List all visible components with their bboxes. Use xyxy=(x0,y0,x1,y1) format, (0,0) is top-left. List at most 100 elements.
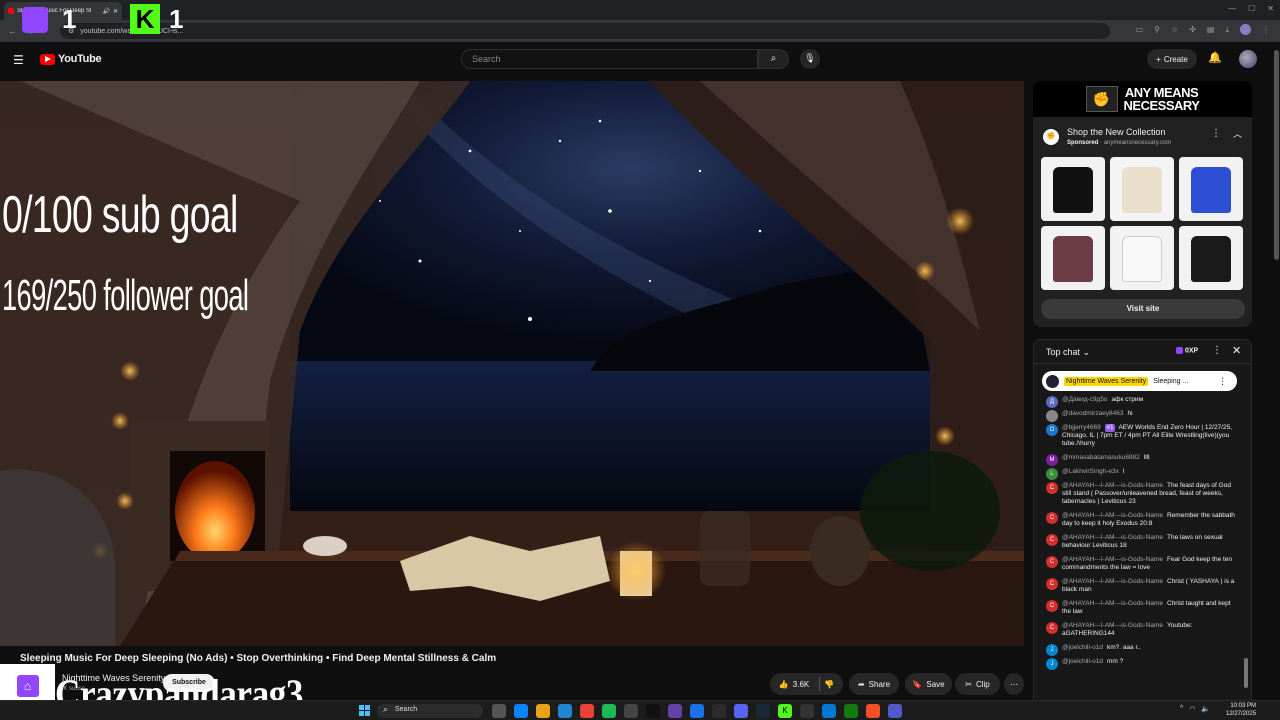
file-explorer-icon[interactable] xyxy=(536,704,550,718)
product-tile[interactable] xyxy=(1110,157,1174,221)
chat-avatar[interactable]: C xyxy=(1046,578,1058,590)
product-tile[interactable] xyxy=(1041,157,1105,221)
chat-avatar[interactable] xyxy=(1046,410,1058,422)
product-tile[interactable] xyxy=(1110,226,1174,290)
collapse-chevron-icon[interactable]: ︿ xyxy=(1233,127,1242,140)
app-icon-16[interactable] xyxy=(822,704,836,718)
youtube-logo[interactable]: YouTube xyxy=(40,53,102,65)
bookmark-star-icon[interactable]: ☆ xyxy=(1171,25,1178,34)
chat-author[interactable]: @AHAYAH---I-AM---is-Gods-Name xyxy=(1062,600,1163,607)
chat-mode-dropdown[interactable]: Top chat ⌄ xyxy=(1046,347,1090,358)
minimize-icon[interactable]: — xyxy=(1228,4,1236,13)
back-icon[interactable]: ← xyxy=(8,26,17,37)
xbox-icon[interactable] xyxy=(844,704,858,718)
download-icon[interactable]: ⤓ xyxy=(1225,25,1229,35)
chat-author[interactable]: @AHAYAH---I-AM---is-Gods-Name xyxy=(1062,622,1163,629)
chat-author[interactable]: @Давид-с9д5о xyxy=(1062,396,1108,403)
dislike-icon[interactable]: 👎 xyxy=(824,680,834,689)
app-icon-18[interactable] xyxy=(866,704,880,718)
windows-start-icon[interactable] xyxy=(359,705,370,716)
app-icon-15[interactable] xyxy=(800,704,814,718)
tab-close-icon[interactable]: ✕ xyxy=(113,8,118,15)
zoom-icon[interactable]: ⚲ xyxy=(1154,25,1160,34)
voice-search-button[interactable]: 🎙 xyxy=(800,49,820,69)
taskbar-search[interactable]: Search xyxy=(377,704,483,718)
like-count[interactable]: 3.6K xyxy=(793,680,809,689)
chat-scrollbar[interactable] xyxy=(1244,368,1248,693)
page-scrollbar[interactable] xyxy=(1272,42,1280,700)
app-icon-9[interactable] xyxy=(668,704,682,718)
chat-author[interactable]: @AHAYAH---I-AM---is-Gods-Name xyxy=(1062,556,1163,563)
address-bar[interactable]: ⚙ youtube.com/watch?v=...UCI-is... xyxy=(60,23,1110,39)
tray-chevron-icon[interactable]: ^ xyxy=(1180,705,1183,713)
chat-avatar[interactable]: C xyxy=(1046,534,1058,546)
edge-icon[interactable] xyxy=(514,704,528,718)
video-player[interactable]: 0/100 sub goal 169/250 follower goal xyxy=(0,81,1024,646)
sidebar-icon[interactable]: ▤ xyxy=(1207,25,1215,34)
save-button[interactable]: 🔖 Save xyxy=(905,673,952,695)
cast-icon[interactable]: ▭ xyxy=(1136,25,1144,34)
app-icon-11[interactable] xyxy=(712,704,726,718)
visit-site-button[interactable]: Visit site xyxy=(1041,299,1245,319)
chat-scroll-thumb[interactable] xyxy=(1244,658,1248,688)
chrome-icon[interactable] xyxy=(580,704,594,718)
chat-avatar[interactable]: O xyxy=(1046,424,1058,436)
window-close-icon[interactable]: ✕ xyxy=(1267,4,1274,13)
volume-icon[interactable]: 🔈 xyxy=(1201,705,1210,713)
chat-author[interactable]: @mmasabatamasuku6982 xyxy=(1062,454,1140,461)
notifications-bell-icon[interactable]: 🔔 xyxy=(1208,51,1222,64)
hamburger-menu-icon[interactable]: ☰ xyxy=(13,53,24,67)
product-tile[interactable] xyxy=(1041,226,1105,290)
audio-icon[interactable]: 🔊 xyxy=(102,8,109,15)
chat-author[interactable]: @AHAYAH---I-AM---is-Gods-Name xyxy=(1062,534,1163,541)
create-button[interactable]: + Create xyxy=(1147,49,1197,69)
profile-icon[interactable] xyxy=(1240,24,1251,35)
pinned-message[interactable]: Nighttime Waves Serenity Sleeping ... ⋮ xyxy=(1042,371,1237,391)
taskbar-clock[interactable]: 10:03 PM 12/27/2025 xyxy=(1226,702,1256,718)
chat-author[interactable]: @LakhvirSingh-e3x xyxy=(1062,468,1119,475)
chat-author[interactable]: @AHAYAH---I-AM---is-Gods-Name xyxy=(1062,512,1163,519)
share-button[interactable]: ➦ Share xyxy=(849,673,899,695)
account-avatar[interactable] xyxy=(1239,50,1257,68)
chat-avatar[interactable]: C xyxy=(1046,556,1058,568)
chat-avatar[interactable]: Д xyxy=(1046,396,1058,408)
chat-author[interactable]: @joelchill-o1d xyxy=(1062,658,1103,665)
app-icon-7[interactable] xyxy=(624,704,638,718)
kick-app-icon[interactable]: K xyxy=(778,704,792,718)
chat-avatar[interactable]: J xyxy=(1046,658,1058,670)
more-actions-button[interactable]: ⋯ xyxy=(1004,673,1024,695)
xp-badge[interactable]: 0XP xyxy=(1176,347,1198,354)
chat-author[interactable]: @AHAYAH---I-AM---is-Gods-Name xyxy=(1062,578,1163,585)
browser-menu-icon[interactable]: ⋮ xyxy=(1262,25,1270,34)
chat-avatar[interactable]: C xyxy=(1046,512,1058,524)
chat-avatar[interactable]: C xyxy=(1046,622,1058,634)
chat-avatar[interactable]: J xyxy=(1046,644,1058,656)
chat-author[interactable]: @davodmirzaey8463 xyxy=(1062,410,1124,417)
edge-dev-icon[interactable] xyxy=(558,704,572,718)
page-scroll-thumb[interactable] xyxy=(1274,50,1279,260)
ad-menu-icon[interactable]: ⋮ xyxy=(1211,128,1221,139)
task-view-icon[interactable] xyxy=(492,704,506,718)
chat-author[interactable]: @bjjerry4669 xyxy=(1062,424,1101,431)
discord-icon[interactable] xyxy=(734,704,748,718)
tiktok-icon[interactable] xyxy=(646,704,660,718)
chat-avatar[interactable]: L xyxy=(1046,468,1058,480)
app-icon-10[interactable] xyxy=(690,704,704,718)
pinned-menu-icon[interactable]: ⋮ xyxy=(1218,376,1227,387)
wifi-icon[interactable]: ◠ xyxy=(1189,705,1195,713)
chat-author[interactable]: @joelchill-o1d xyxy=(1062,644,1103,651)
chat-avatar[interactable]: M xyxy=(1046,454,1058,466)
teams-icon[interactable] xyxy=(888,704,902,718)
clip-button[interactable]: ✂ Clip xyxy=(955,673,1000,695)
spotify-icon[interactable] xyxy=(602,704,616,718)
chat-menu-icon[interactable]: ⋮ xyxy=(1212,345,1222,356)
ad-banner[interactable]: ✊ ANY MEANS NECESSARY xyxy=(1033,81,1252,117)
like-icon[interactable]: 👍 xyxy=(779,680,789,689)
ad-title[interactable]: Shop the New Collection xyxy=(1067,127,1166,137)
chat-avatar[interactable]: C xyxy=(1046,600,1058,612)
product-tile[interactable] xyxy=(1179,157,1243,221)
chat-avatar[interactable]: C xyxy=(1046,482,1058,494)
chat-author[interactable]: @AHAYAH---I-AM---is-Gods-Name xyxy=(1062,482,1163,489)
search-input[interactable]: Search xyxy=(461,49,758,69)
maximize-icon[interactable]: ☐ xyxy=(1248,4,1255,13)
